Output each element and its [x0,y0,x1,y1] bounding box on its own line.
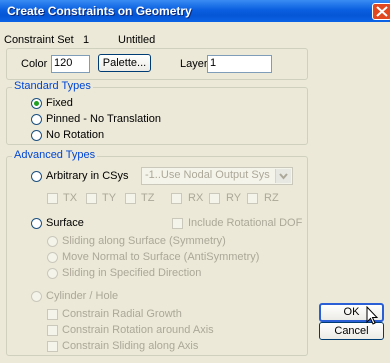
constraint-set-number: 1 [83,34,90,46]
no-rotation-label[interactable]: No Rotation [46,129,104,141]
arbitrary-radio[interactable] [31,171,42,182]
rz-checkbox[interactable] [247,193,258,204]
move-normal-radio[interactable] [47,252,58,263]
csys-select-value: -1..Use Nodal Output Sys [145,169,270,181]
tx-label: TX [63,192,78,204]
title-bar: Create Constraints on Geometry [0,0,390,22]
rz-label: RZ [264,192,279,204]
pinned-label[interactable]: Pinned - No Translation [46,113,161,125]
rx-label: RX [188,192,204,204]
sliding-axis-checkbox[interactable] [47,341,58,352]
radial-label: Constrain Radial Growth [62,308,182,320]
constraint-set-name: Untitled [118,34,156,46]
advanced-types-legend: Advanced Types [12,149,98,161]
rx-checkbox[interactable] [171,193,182,204]
palette-button[interactable]: Palette... [98,54,151,72]
sliding-surface-label: Sliding along Surface (Symmetry) [62,235,226,247]
ty-label: TY [102,192,117,204]
include-rotational-checkbox[interactable] [172,218,183,229]
chevron-down-icon[interactable] [275,169,291,183]
tz-checkbox[interactable] [125,193,136,204]
layer-input[interactable]: 1 [207,55,272,73]
radial-checkbox[interactable] [47,309,58,320]
rotation-axis-label: Constrain Rotation around Axis [62,324,214,336]
rotation-axis-checkbox[interactable] [47,325,58,336]
constraint-set-label: Constraint Set [4,34,74,46]
close-icon [376,6,388,17]
color-input[interactable]: 120 [51,55,90,73]
no-rotation-radio[interactable] [31,130,42,141]
ry-label: RY [226,192,242,204]
sliding-direction-radio[interactable] [47,268,58,279]
fixed-radio[interactable] [31,98,42,109]
cylinder-radio[interactable] [31,291,42,302]
window-title: Create Constraints on Geometry [7,4,192,18]
pinned-radio[interactable] [31,114,42,125]
tz-label: TZ [141,192,155,204]
move-normal-label: Move Normal to Surface (AntiSymmetry) [62,251,260,263]
arbitrary-label[interactable]: Arbitrary in CSys [46,170,129,182]
sliding-direction-label: Sliding in Specified Direction [62,267,202,279]
sliding-surface-radio[interactable] [47,236,58,247]
mouse-cursor-icon [366,306,379,325]
layer-label: Layer [180,58,208,70]
ry-checkbox[interactable] [209,193,220,204]
color-label: Color [21,58,48,70]
surface-label[interactable]: Surface [46,217,84,229]
ty-checkbox[interactable] [86,193,97,204]
include-rotational-label: Include Rotational DOF [188,217,303,229]
fixed-label[interactable]: Fixed [46,97,73,109]
csys-select[interactable]: -1..Use Nodal Output Sys [141,167,293,185]
cylinder-label: Cylinder / Hole [46,290,119,302]
standard-types-legend: Standard Types [12,80,93,92]
tx-checkbox[interactable] [47,193,58,204]
close-button[interactable] [372,3,390,20]
surface-radio[interactable] [31,218,42,229]
sliding-axis-label: Constrain Sliding along Axis [62,340,199,352]
